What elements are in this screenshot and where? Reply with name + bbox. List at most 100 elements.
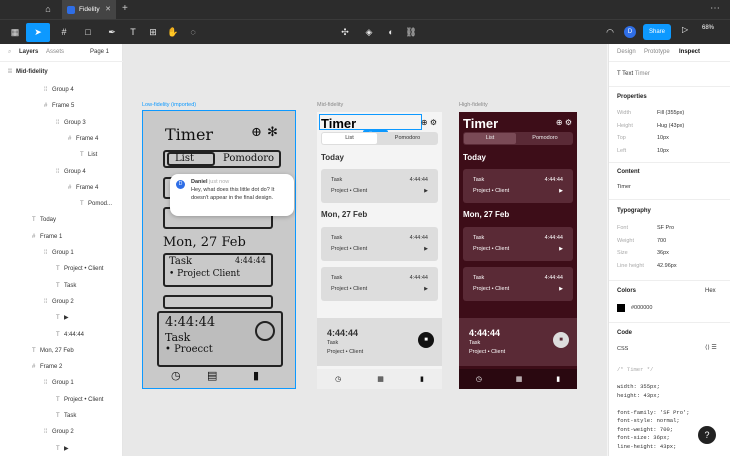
tab-list[interactable]: List — [322, 133, 377, 144]
component-icon[interactable]: ✣ — [338, 23, 352, 42]
share-button[interactable]: Share — [643, 24, 671, 40]
title-bar: ⌂ Fidelity ✕ + ⋯ — [0, 0, 730, 19]
color-value[interactable]: #000000 — [631, 305, 652, 311]
frame-icon: ⁞⁞ — [8, 69, 12, 75]
stop-button[interactable]: ■ — [553, 332, 569, 348]
headphones-icon[interactable]: ◠ — [604, 23, 616, 42]
layer-type-icon: ⁞⁞ — [44, 429, 48, 436]
property-value[interactable]: 42.96px — [657, 263, 677, 269]
home-icon[interactable]: ⌂ — [42, 4, 54, 15]
layer-type-icon: T — [32, 217, 36, 224]
tab-design[interactable]: Design — [617, 49, 636, 55]
code-copy-icon[interactable]: ⟨⟩ ☰ — [705, 344, 717, 351]
present-icon[interactable]: ▷ — [682, 25, 688, 34]
task-card[interactable]: Task Project • Client 4:44:44 ▶ — [463, 267, 573, 301]
property-value[interactable]: 10px — [657, 135, 669, 141]
frame-label-low[interactable]: Low-fidelity (imported) — [142, 102, 196, 108]
sketch-timer-project: • Proecct — [165, 344, 213, 355]
layer-label: ▶ — [64, 315, 69, 322]
comment-bubble[interactable]: D Daniel just now Hey, what does this li… — [170, 174, 294, 216]
tab-pomodoro[interactable]: Pomodoro — [379, 133, 436, 144]
layer-type-icon: T — [32, 347, 36, 354]
task-card[interactable]: Task Project • Client 4:44:44 ▶ — [463, 227, 573, 261]
code-line: line-height: 43px; — [617, 442, 677, 450]
zoom-level[interactable]: 68% — [702, 25, 714, 31]
mid-fidelity-frame[interactable]: Timer ⊕ ⚙ Fill × Hug List Pomodoro Today… — [317, 112, 442, 389]
app-title[interactable]: Timer — [321, 116, 356, 131]
tab-list[interactable]: List — [464, 133, 516, 144]
code-line: font-weight: 700; — [617, 425, 674, 433]
stop-button[interactable]: ■ — [418, 332, 434, 348]
tab-pomodoro[interactable]: Pomodoro — [518, 133, 572, 144]
frame-label-mid[interactable]: Mid-fidelity — [317, 102, 343, 108]
play-icon: ▶ — [424, 188, 428, 194]
high-fidelity-frame[interactable]: Timer ⊕ ⚙ List Pomodoro Today Task Projec… — [459, 112, 577, 389]
play-icon: ▶ — [559, 188, 563, 194]
segment-control[interactable]: List Pomodoro — [463, 132, 573, 145]
colors-heading: Colors — [617, 288, 637, 294]
task-card[interactable]: Task Project • Client 4:44:44 ▶ — [321, 267, 438, 301]
sketch-card — [163, 295, 273, 309]
chart-icon[interactable]: ▮ — [420, 375, 424, 383]
tab-layers[interactable]: Layers — [19, 49, 38, 55]
timer-panel: 4:44:44 Task Project • Client ■ — [459, 318, 577, 366]
sketch-title: Timer — [165, 125, 214, 144]
calendar-icon[interactable]: ▦ — [377, 375, 384, 383]
text-tool-icon[interactable]: T — [126, 23, 140, 42]
move-tool-icon[interactable]: ➤ — [26, 23, 50, 42]
link-icon[interactable]: ⛓ — [404, 23, 418, 42]
property-value[interactable]: 36px — [657, 250, 669, 256]
property-value[interactable]: Hug (43px) — [657, 123, 684, 129]
layer-type-icon: ⁞⁞ — [44, 298, 48, 305]
property-value[interactable]: 700 — [657, 238, 666, 244]
new-tab-icon[interactable]: + — [122, 3, 128, 14]
property-value[interactable]: Fill (355px) — [657, 110, 684, 116]
pen-tool-icon[interactable]: ✒ — [102, 23, 122, 42]
comment-tool-icon[interactable]: ◌ — [186, 23, 200, 42]
clock-icon[interactable]: ◷ — [335, 375, 341, 383]
close-tab-icon[interactable]: ✕ — [105, 5, 111, 13]
avatar[interactable]: D — [624, 26, 636, 38]
mask-icon[interactable]: ◈ — [362, 23, 376, 42]
calendar-icon[interactable]: ▦ — [516, 375, 523, 383]
section-date: Mon, 27 Feb — [321, 210, 368, 219]
task-card[interactable]: Task Project • Client 4:44:44 ▶ — [321, 169, 438, 203]
task-card[interactable]: Task Project • Client 4:44:44 ▶ — [321, 227, 438, 261]
right-panel-tabs: Design Prototype Inspect — [609, 44, 730, 62]
clock-icon[interactable]: ◷ — [476, 375, 482, 383]
layer-type-icon: ⁞⁞ — [56, 168, 60, 175]
frame-tool-icon[interactable]: # — [54, 23, 74, 42]
app-title[interactable]: Timer — [463, 116, 498, 131]
sketch-nav-chart-icon: ▮ — [253, 369, 260, 382]
color-swatch[interactable] — [617, 304, 625, 312]
code-language-select[interactable]: CSS — [617, 346, 628, 352]
boolean-icon[interactable]: ◐ — [384, 23, 398, 42]
hand-tool-icon[interactable]: ✋ — [166, 23, 180, 42]
color-mode-select[interactable]: Hex — [705, 288, 716, 294]
search-layers-icon[interactable]: ⌕ — [8, 49, 11, 56]
segment-control[interactable]: List Pomodoro — [321, 132, 438, 145]
resources-icon[interactable]: ⊞ — [146, 23, 160, 42]
frame-label-high[interactable]: High-fidelity — [459, 102, 488, 108]
shape-tool-icon[interactable]: □ — [78, 23, 98, 42]
main-menu-icon[interactable]: ▦ — [6, 23, 24, 42]
code-line: font-style: normal; — [617, 417, 680, 424]
canvas[interactable]: Low-fidelity (imported) Mid-fidelity Hig… — [123, 44, 607, 456]
more-icon[interactable]: ⋯ — [710, 3, 720, 14]
sketch-time: 4:44:44 — [235, 256, 266, 265]
sketch-tab-pomodoro: Pomodoro — [223, 153, 275, 164]
sketch-timer: 4:44:44 — [165, 315, 216, 330]
tab-inspect[interactable]: Inspect — [679, 49, 700, 55]
low-fidelity-frame[interactable]: Timer ⊕ ✻ List Pomodoro Mon, 27 Feb Task… — [142, 110, 296, 389]
task-card[interactable]: Task Project • Client 4:44:44 ▶ — [463, 169, 573, 203]
property-value[interactable]: 10px — [657, 148, 669, 154]
file-tab[interactable]: Fidelity ✕ — [62, 0, 116, 19]
property-value[interactable]: SF Pro — [657, 225, 674, 231]
page-selector[interactable]: Page 1 — [90, 49, 109, 55]
help-button[interactable]: ? — [698, 426, 716, 444]
bottom-nav: ◷ ▦ ▮ — [317, 369, 442, 389]
chart-icon[interactable]: ▮ — [556, 375, 560, 383]
layer-label: ▶ — [64, 445, 69, 452]
tab-assets[interactable]: Assets — [46, 49, 64, 55]
tab-prototype[interactable]: Prototype — [644, 49, 670, 55]
